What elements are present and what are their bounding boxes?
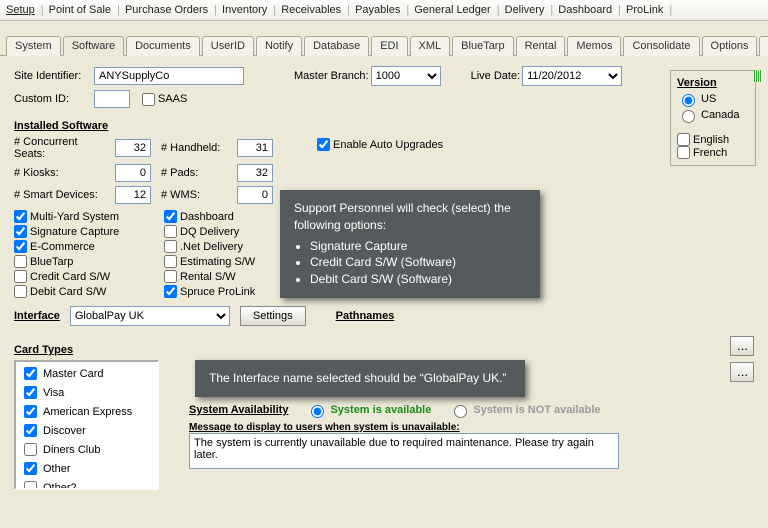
callout-interface: The Interface name selected should be “G… [195, 360, 525, 397]
pathnames-head: Pathnames [336, 310, 395, 322]
unavailable-message[interactable]: The system is currently unavailable due … [189, 433, 619, 469]
menu-payables[interactable]: Payables [355, 4, 400, 16]
msg-head: Message to display to users when system … [189, 422, 754, 433]
pads-input[interactable] [237, 164, 273, 182]
sys-avail-head: System Availability [189, 404, 288, 416]
card-visa[interactable] [24, 386, 37, 399]
menu-inventory[interactable]: Inventory [222, 4, 267, 16]
interface-label: Interface [14, 310, 60, 322]
tab-rental[interactable]: Rental [516, 36, 566, 56]
master-branch-select[interactable]: 1000 [371, 66, 441, 86]
card-amex[interactable] [24, 405, 37, 418]
menu-prolink[interactable]: ProLink [626, 4, 663, 16]
radio-avail[interactable] [311, 405, 324, 418]
conc-seats-input[interactable] [115, 139, 151, 157]
tab-documents[interactable]: Documents [126, 36, 200, 56]
tab-bluetarp[interactable]: BlueTarp [452, 36, 513, 56]
version-head: Version [677, 77, 749, 89]
card-discover[interactable] [24, 424, 37, 437]
menu-gl[interactable]: General Ledger [414, 4, 490, 16]
cb-english[interactable] [677, 133, 690, 146]
cb-french[interactable] [677, 146, 690, 159]
tab-memos[interactable]: Memos [567, 36, 621, 56]
custom-id-label: Custom ID: [14, 93, 94, 105]
smart-label: # Smart Devices: [14, 189, 109, 201]
menu-receivables[interactable]: Receivables [281, 4, 341, 16]
menu-po[interactable]: Purchase Orders [125, 4, 208, 16]
card-types-head: Card Types [14, 344, 73, 356]
radio-canada[interactable] [682, 110, 695, 123]
cb-estimating[interactable] [164, 255, 177, 268]
site-id-label: Site Identifier: [14, 70, 94, 82]
kiosks-input[interactable] [115, 164, 151, 182]
menu-pos[interactable]: Point of Sale [49, 4, 111, 16]
wms-input[interactable] [237, 186, 273, 204]
settings-button[interactable]: Settings [240, 306, 306, 326]
cb-ecommerce[interactable] [14, 240, 27, 253]
card-other2[interactable] [24, 481, 37, 490]
menu-setup[interactable]: Setup [6, 4, 35, 16]
card-mastercard[interactable] [24, 367, 37, 380]
handheld-input[interactable] [237, 139, 273, 157]
smart-input[interactable] [115, 186, 151, 204]
green-indicator-icon [754, 70, 762, 82]
live-date-label: Live Date: [471, 70, 521, 82]
handheld-label: # Handheld: [161, 142, 231, 154]
tab-notify[interactable]: Notify [256, 36, 302, 56]
cb-dqdelivery[interactable] [164, 225, 177, 238]
tab-system[interactable]: System [6, 36, 61, 56]
custom-id-input[interactable] [94, 90, 130, 108]
tab-options[interactable]: Options [702, 36, 758, 56]
seats-grid: # Concurrent Seats: # Handheld: # Kiosks… [14, 136, 277, 204]
tab-consolidate[interactable]: Consolidate [623, 36, 699, 56]
cb-rental[interactable] [164, 270, 177, 283]
radio-us[interactable] [682, 94, 695, 107]
pads-label: # Pads: [161, 167, 231, 179]
saas-checkbox[interactable] [142, 93, 155, 106]
tab-xml[interactable]: XML [410, 36, 451, 56]
card-diners[interactable] [24, 443, 37, 456]
tab-userid[interactable]: UserID [202, 36, 254, 56]
live-date-select[interactable]: 11/20/2012 [522, 66, 622, 86]
path-browse-1[interactable]: ... [730, 336, 754, 356]
card-other[interactable] [24, 462, 37, 475]
enable-auto-label: Enable Auto Upgrades [333, 139, 443, 151]
cb-dashboard[interactable] [164, 210, 177, 223]
conc-seats-label: # Concurrent Seats: [14, 136, 109, 160]
cb-bluetarp[interactable] [14, 255, 27, 268]
cb-debitcard[interactable] [14, 285, 27, 298]
menu-delivery[interactable]: Delivery [505, 4, 545, 16]
path-browse-2[interactable]: ... [730, 362, 754, 382]
cb-signature[interactable] [14, 225, 27, 238]
callout-options: Support Personnel will check (select) th… [280, 190, 540, 298]
version-box: Version US Canada English French [670, 70, 756, 166]
cb-spruce[interactable] [164, 285, 177, 298]
site-id-input[interactable] [94, 67, 244, 85]
menubar: Setup| Point of Sale| Purchase Orders| I… [0, 0, 768, 21]
cb-multiyard[interactable] [14, 210, 27, 223]
saas-label: SAAS [158, 93, 187, 105]
master-branch-label: Master Branch: [294, 70, 369, 82]
tab-software[interactable]: Software [63, 36, 124, 56]
card-types-list[interactable]: Master Card Visa American Express Discov… [14, 360, 159, 490]
installed-software-head: Installed Software [14, 120, 108, 132]
interface-select[interactable]: GlobalPay UK [70, 306, 230, 326]
wms-label: # WMS: [161, 189, 231, 201]
tab-edi[interactable]: EDI [371, 36, 407, 56]
tab-smtp[interactable]: SMTP [759, 36, 768, 56]
tab-bar: System Software Documents UserID Notify … [0, 21, 768, 56]
kiosks-label: # Kiosks: [14, 167, 109, 179]
cb-creditcard[interactable] [14, 270, 27, 283]
menu-dashboard[interactable]: Dashboard [558, 4, 612, 16]
enable-auto-checkbox[interactable] [317, 138, 330, 151]
cb-netdelivery[interactable] [164, 240, 177, 253]
tab-database[interactable]: Database [304, 36, 369, 56]
radio-notavail[interactable] [454, 405, 467, 418]
